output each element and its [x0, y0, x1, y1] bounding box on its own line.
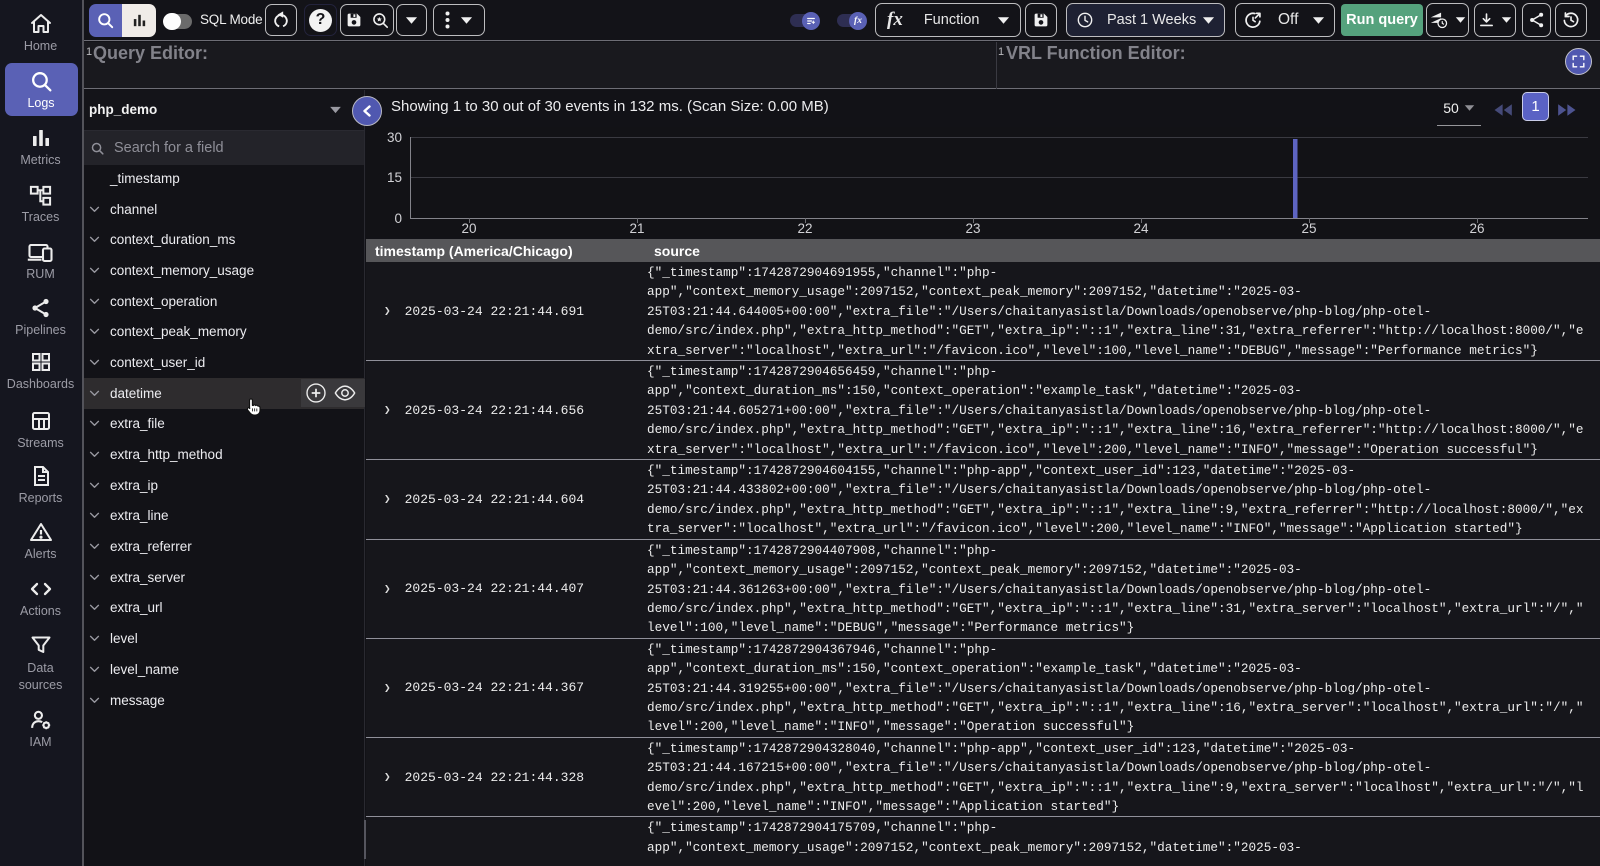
svg-text:24: 24 — [1133, 221, 1149, 236]
svg-text:30: 30 — [387, 130, 402, 145]
svg-text:26: 26 — [1469, 221, 1484, 236]
svg-text:22: 22 — [797, 221, 812, 236]
svg-text:20: 20 — [461, 221, 476, 236]
svg-text:23: 23 — [965, 221, 980, 236]
svg-text:25: 25 — [1301, 221, 1316, 236]
svg-text:0: 0 — [394, 211, 402, 226]
svg-text:21: 21 — [629, 221, 644, 236]
svg-text:15: 15 — [387, 170, 402, 185]
